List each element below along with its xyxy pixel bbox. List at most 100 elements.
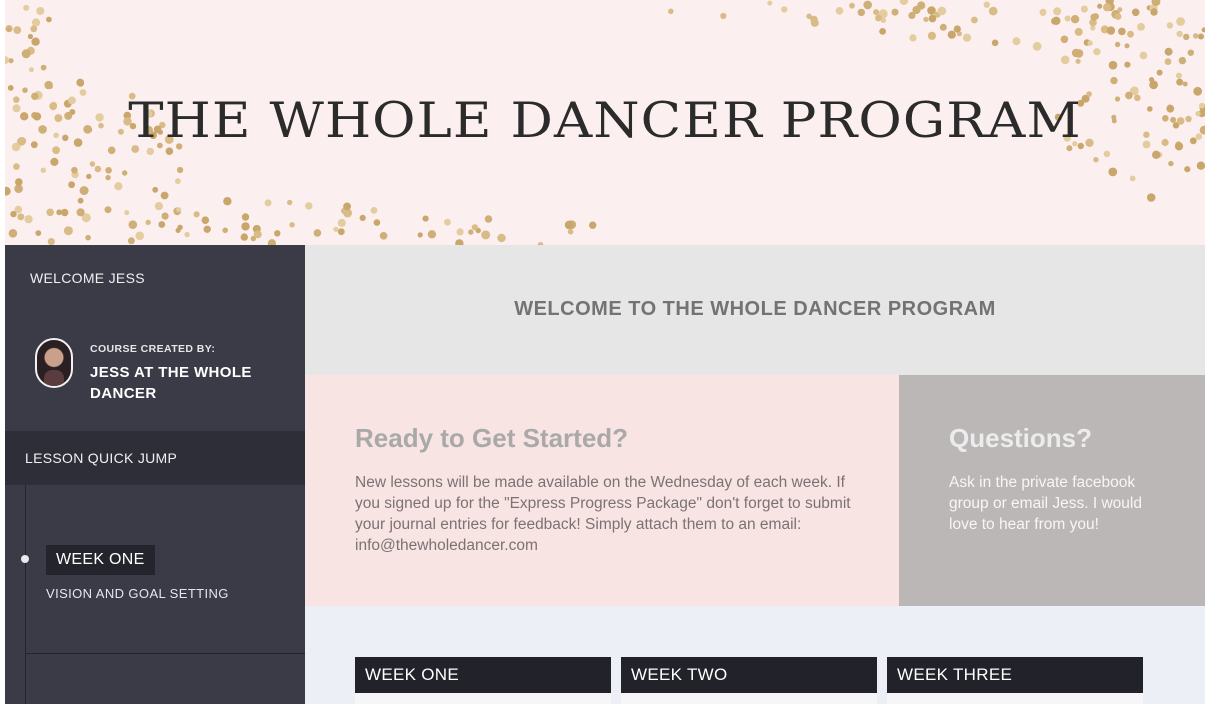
confetti-dot bbox=[44, 80, 53, 90]
confetti-dot bbox=[444, 218, 451, 226]
confetti-dot bbox=[86, 173, 92, 180]
confetti-dot bbox=[264, 199, 272, 207]
week-card-two[interactable]: WEEK TWO bbox=[621, 657, 877, 704]
confetti-dot bbox=[40, 64, 47, 71]
confetti-dot bbox=[1182, 81, 1188, 87]
confetti-dot bbox=[1080, 5, 1088, 13]
confetti-dot bbox=[1053, 7, 1062, 16]
confetti-dot bbox=[13, 26, 22, 34]
confetti-dot bbox=[7, 85, 14, 91]
week-card-title[interactable]: WEEK THREE bbox=[887, 657, 1143, 693]
confetti-dot bbox=[175, 227, 181, 233]
confetti-dot bbox=[1152, 150, 1161, 159]
confetti-dot bbox=[71, 166, 78, 174]
week-card-title[interactable]: WEEK TWO bbox=[621, 657, 877, 693]
confetti-dot bbox=[1032, 41, 1042, 51]
sidebar-lesson-week-one[interactable]: WEEK ONE bbox=[46, 545, 155, 575]
confetti-dot bbox=[68, 181, 75, 189]
confetti-dot bbox=[947, 30, 956, 39]
confetti-dot bbox=[1060, 55, 1070, 65]
confetti-dot bbox=[1124, 43, 1130, 49]
welcome-header: WELCOME TO THE WHOLE DANCER PROGRAM bbox=[305, 245, 1205, 375]
confetti-dot bbox=[991, 39, 999, 47]
confetti-dot bbox=[128, 220, 138, 229]
confetti-dot bbox=[40, 167, 46, 173]
confetti-dot bbox=[1137, 23, 1145, 31]
confetti-dot bbox=[23, 4, 30, 11]
sidebar: WELCOME JESS COURSE CREATED BY: JESS AT … bbox=[5, 245, 305, 704]
confetti-dot bbox=[857, 8, 865, 17]
timeline-dot-icon bbox=[21, 555, 29, 563]
confetti-dot bbox=[370, 207, 378, 214]
confetti-dot bbox=[879, 28, 886, 35]
sidebar-lesson-subtitle[interactable]: VISION AND GOAL SETTING bbox=[46, 586, 229, 601]
confetti-dot bbox=[1118, 27, 1126, 36]
confetti-dot bbox=[422, 215, 429, 222]
confetti-dot bbox=[1071, 48, 1081, 58]
confetti-dot bbox=[1196, 161, 1205, 170]
confetti-dot bbox=[176, 207, 182, 213]
week-card-body bbox=[355, 693, 611, 704]
week-card-three[interactable]: WEEK THREE bbox=[887, 657, 1143, 704]
confetti-dot bbox=[1064, 15, 1071, 22]
confetti-dot bbox=[154, 202, 163, 211]
confetti-dot bbox=[177, 166, 184, 174]
confetti-dot bbox=[15, 178, 23, 186]
confetti-dot bbox=[1039, 8, 1047, 16]
confetti-dot bbox=[1110, 76, 1118, 85]
confetti-dot bbox=[35, 230, 42, 237]
confetti-dot bbox=[720, 12, 727, 20]
confetti-dot bbox=[122, 170, 128, 176]
confetti-dot bbox=[1108, 60, 1118, 70]
confetti-dot bbox=[46, 208, 54, 217]
confetti-dot bbox=[160, 191, 169, 200]
confetti-dot bbox=[145, 219, 151, 225]
confetti-dot bbox=[333, 226, 339, 232]
confetti-dot bbox=[767, 0, 773, 6]
confetti-dot bbox=[337, 228, 345, 236]
confetti-dot bbox=[1166, 22, 1174, 29]
questions-description: Ask in the private facebook group or ema… bbox=[949, 474, 1142, 533]
confetti-dot bbox=[1129, 175, 1136, 182]
confetti-dot bbox=[1164, 47, 1173, 56]
confetti-dot bbox=[923, 16, 929, 23]
confetti-dot bbox=[912, 5, 921, 15]
confetti-dot bbox=[1146, 193, 1156, 202]
confetti-dot bbox=[909, 34, 917, 42]
confetti-dot bbox=[1184, 166, 1191, 173]
week-card-one[interactable]: WEEK ONE bbox=[355, 657, 611, 704]
confetti-dot bbox=[127, 237, 135, 245]
confetti-dot bbox=[939, 23, 947, 31]
confetti-dot bbox=[1150, 8, 1158, 16]
confetti-dot bbox=[481, 230, 491, 240]
confetti-dot bbox=[193, 211, 200, 218]
confetti-dot bbox=[8, 58, 14, 64]
welcome-heading: WELCOME TO THE WHOLE DANCER PROGRAM bbox=[514, 298, 996, 320]
weeks-grid: WEEK ONE WEEK TWO WEEK THREE bbox=[305, 606, 1205, 704]
confetti-dot bbox=[241, 222, 250, 231]
confetti-dot bbox=[1139, 51, 1148, 60]
confetti-dot bbox=[289, 222, 295, 228]
lesson-quick-jump-label: LESSON QUICK JUMP bbox=[25, 450, 178, 466]
ready-heading: Ready to Get Started? bbox=[355, 423, 629, 453]
confetti-dot bbox=[1052, 16, 1061, 25]
confetti-dot bbox=[781, 6, 788, 13]
confetti-dot bbox=[1192, 33, 1199, 39]
confetti-dot bbox=[162, 213, 169, 220]
confetti-dot bbox=[379, 232, 388, 240]
confetti-dot bbox=[79, 186, 89, 196]
page: THE WHOLE DANCER PROGRAM WELCOME JESS CO… bbox=[5, 0, 1205, 704]
confetti-dot bbox=[223, 197, 232, 206]
confetti-dot bbox=[253, 230, 262, 239]
confetti-dot bbox=[1074, 27, 1083, 36]
confetti-dot bbox=[337, 218, 346, 227]
confetti-dot bbox=[1198, 33, 1204, 40]
confetti-dot bbox=[1124, 61, 1131, 68]
confetti-dot bbox=[564, 220, 574, 230]
confetti-dot bbox=[1187, 49, 1195, 56]
week-card-title[interactable]: WEEK ONE bbox=[355, 657, 611, 693]
week-card-body bbox=[621, 693, 877, 704]
confetti-dot bbox=[1131, 8, 1140, 17]
confetti-dot bbox=[1092, 13, 1099, 20]
confetti-dot bbox=[1012, 37, 1021, 46]
